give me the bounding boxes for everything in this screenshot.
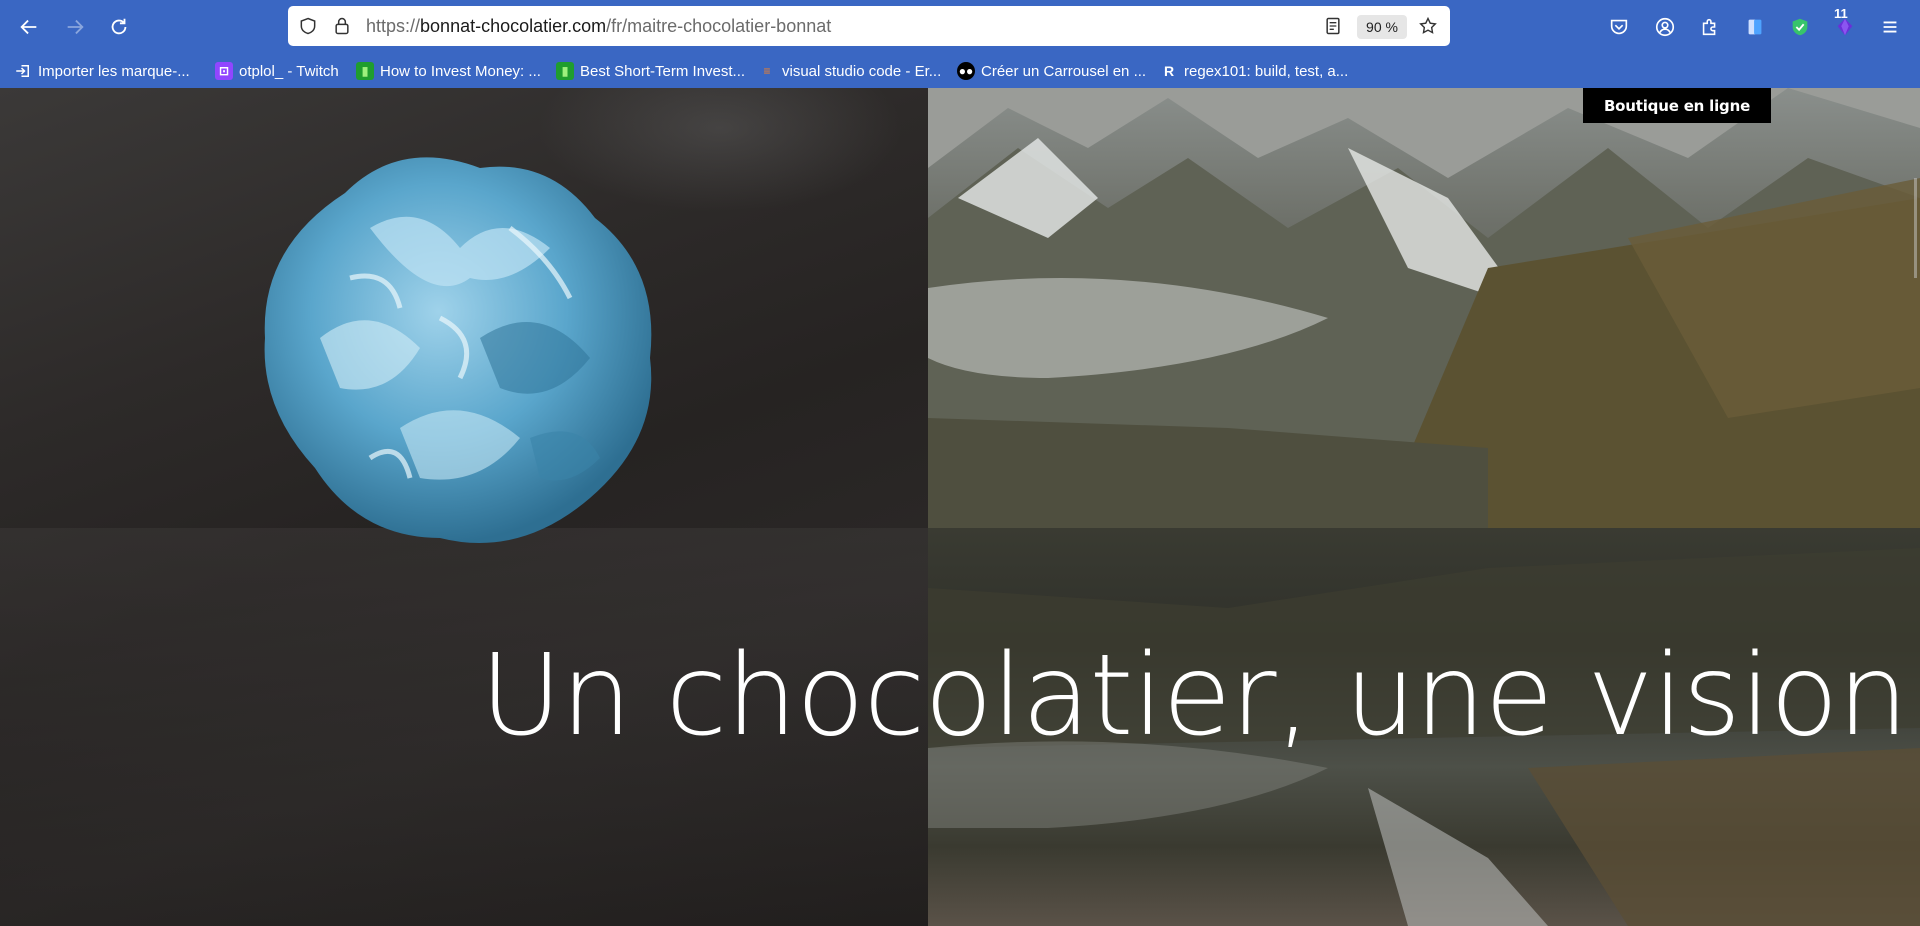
stackoverflow-icon: ≡: [763, 64, 771, 78]
reload-button[interactable]: [101, 9, 137, 45]
nerdwallet-icon: ▮: [356, 62, 374, 80]
menu-button[interactable]: [1875, 12, 1905, 42]
reader-view-icon[interactable]: [1323, 16, 1343, 36]
green-shield-icon: [1792, 18, 1808, 36]
reload-icon: [111, 18, 127, 35]
nerdwallet-icon: ▮: [556, 62, 574, 80]
web-page: Boutique en ligne Un chocolatier, une vi…: [0, 88, 1920, 926]
bookmark-label: regex101: build, test, a...: [1184, 62, 1349, 80]
extension-cards-icon: [1748, 19, 1762, 35]
regex101-icon: R: [1163, 63, 1175, 79]
zoom-level-button[interactable]: 90 %: [1357, 15, 1407, 39]
bookmark-item[interactable]: ▮ How to Invest Money: ...: [356, 60, 541, 82]
address-bar[interactable]: https://bonnat-chocolatier.com/fr/maitre…: [288, 6, 1450, 46]
forward-button[interactable]: [57, 9, 93, 45]
lock-icon[interactable]: [332, 16, 352, 36]
bookmark-item[interactable]: ●● Créer un Carrousel en ...: [957, 60, 1146, 82]
bookmark-label: visual studio code - Er...: [782, 62, 942, 80]
bookmark-label: otplol_ - Twitch: [239, 62, 339, 80]
url-path: /fr/maitre-chocolatier-bonnat: [606, 16, 832, 36]
forward-arrow-icon: [67, 19, 84, 35]
account-button[interactable]: [1650, 12, 1680, 42]
navigation-toolbar: https://bonnat-chocolatier.com/fr/maitre…: [0, 0, 1920, 54]
url-prefix: https://: [366, 16, 421, 36]
bookmark-item[interactable]: ≡ visual studio code - Er...: [758, 60, 941, 82]
back-button[interactable]: [11, 9, 47, 45]
mountain-shapes: [928, 88, 1920, 528]
bookmark-item[interactable]: Importer les marque-...: [14, 60, 190, 82]
puzzle-icon: [1702, 18, 1716, 36]
extension-button-2[interactable]: [1785, 12, 1815, 42]
mountains-area: [928, 88, 1920, 528]
bookmark-item[interactable]: R regex101: build, test, a...: [1160, 60, 1348, 82]
bookmark-label: How to Invest Money: ...: [380, 62, 541, 80]
bookmark-item[interactable]: ⊡ otplol_ - Twitch: [215, 60, 339, 82]
blue-truffle-image: [264, 157, 652, 544]
online-shop-button[interactable]: Boutique en ligne: [1583, 88, 1771, 123]
bookmark-item[interactable]: ▮ Best Short-Term Invest...: [556, 60, 745, 82]
twitch-icon: ⊡: [215, 62, 233, 80]
back-arrow-icon: [20, 19, 37, 35]
extension-badge: 11: [1834, 6, 1848, 21]
extensions-button[interactable]: [1695, 12, 1725, 42]
bookmarks-toolbar: Importer les marque-... ⊡ otplol_ - Twit…: [0, 54, 1920, 88]
pocket-button[interactable]: [1604, 12, 1634, 42]
medium-icon: ●●: [957, 62, 975, 80]
import-icon: [14, 62, 32, 80]
browser-chrome: https://bonnat-chocolatier.com/fr/maitre…: [0, 0, 1920, 88]
account-icon: [1655, 17, 1675, 37]
bookmark-star-icon[interactable]: [1418, 16, 1438, 36]
mountain-lake-photo: [928, 88, 1920, 926]
extension-button-1[interactable]: [1740, 12, 1770, 42]
bookmark-label: Best Short-Term Invest...: [580, 62, 746, 80]
bookmark-label: Importer les marque-...: [38, 62, 190, 80]
scrollbar[interactable]: [1914, 178, 1917, 278]
hamburger-menu-icon: [1883, 21, 1897, 33]
hero-title: Un chocolatier, une vision.: [480, 631, 1920, 761]
shield-icon[interactable]: [298, 16, 318, 36]
pocket-icon: [1610, 19, 1628, 35]
url-text[interactable]: https://bonnat-chocolatier.com/fr/maitre…: [366, 16, 831, 37]
url-domain: bonnat-chocolatier.com: [420, 16, 607, 36]
bookmark-label: Créer un Carrousel en ...: [981, 62, 1147, 80]
